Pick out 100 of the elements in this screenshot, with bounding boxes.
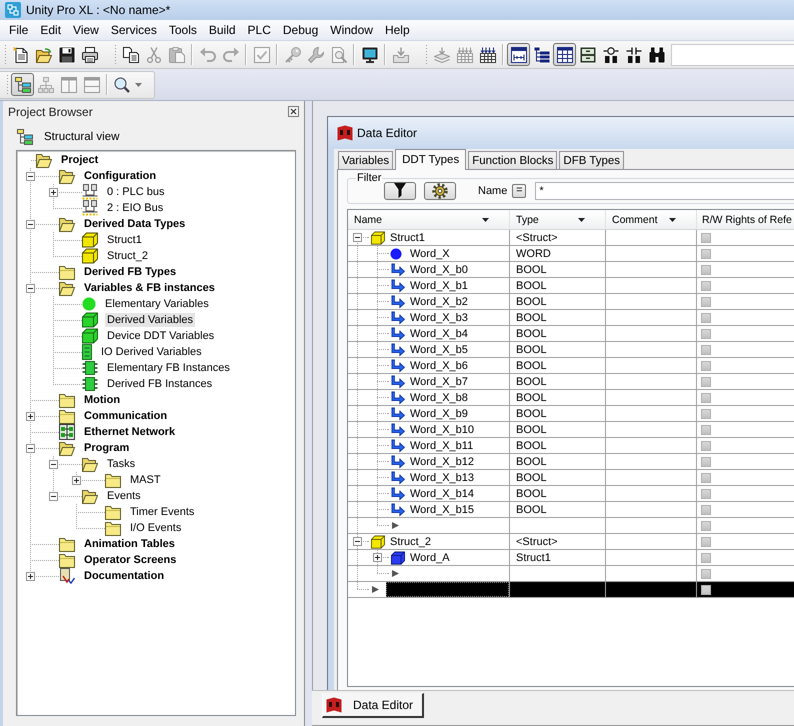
close-icon[interactable]	[288, 106, 299, 117]
column-header[interactable]: Name	[348, 210, 510, 229]
checkbox[interactable]	[701, 296, 711, 306]
table-row[interactable]: Word_X_b2 BOOL	[348, 294, 794, 310]
table-row[interactable]: Word_X_b14 BOOL	[348, 486, 794, 502]
collapse-icon[interactable]	[353, 233, 362, 242]
tree-item[interactable]: Project	[59, 153, 100, 167]
collapse-icon[interactable]	[26, 284, 35, 292]
checkbox[interactable]	[701, 344, 711, 354]
tree-item[interactable]: Derived Data Types	[82, 217, 188, 231]
table-row[interactable]: Word_X_b7 BOOL	[348, 374, 794, 390]
menu-item[interactable]: Services	[104, 22, 163, 38]
tree-item[interactable]: 2 : EIO Bus	[105, 201, 166, 215]
menu-item[interactable]: Window	[324, 22, 379, 38]
tree-item[interactable]: Timer Events	[128, 505, 196, 519]
collapse-icon[interactable]	[49, 492, 58, 500]
checkbox[interactable]	[701, 440, 711, 450]
collapse-icon[interactable]	[26, 220, 35, 228]
table-row[interactable]: Word_X_b4 BOOL	[348, 326, 794, 342]
column-header[interactable]: Comment	[606, 210, 697, 229]
tree-item[interactable]: Program	[82, 441, 132, 455]
column-header[interactable]: Type	[510, 210, 606, 229]
menu-item[interactable]: Edit	[34, 22, 68, 38]
table-row[interactable]: Struct1 <Struct>	[348, 230, 794, 246]
tab[interactable]: Function Blocks	[468, 151, 558, 169]
table-row[interactable]: Word_X_b5 BOOL	[348, 342, 794, 358]
checkbox[interactable]	[701, 472, 711, 482]
table-row[interactable]: Word_X_b0 BOOL	[348, 262, 794, 278]
checkbox[interactable]	[701, 312, 711, 322]
tree-item[interactable]: I/O Events	[128, 521, 184, 535]
tree-item[interactable]: Animation Tables	[82, 537, 177, 551]
expand-icon[interactable]	[26, 572, 35, 580]
checkbox[interactable]	[701, 232, 711, 242]
tree-item[interactable]: Documentation	[82, 569, 166, 583]
checkbox[interactable]	[701, 392, 711, 402]
collapse-icon[interactable]	[26, 172, 35, 180]
expand-icon[interactable]	[373, 553, 382, 562]
tree-item[interactable]: Ethernet Network	[82, 425, 178, 439]
checkbox[interactable]	[701, 456, 711, 466]
tab[interactable]: Data Editor	[322, 693, 424, 718]
expand-icon[interactable]	[26, 412, 35, 420]
tree-item[interactable]: Motion	[82, 393, 122, 407]
tree-item[interactable]: Communication	[82, 409, 170, 423]
tab[interactable]: Variables	[338, 151, 394, 169]
checkbox[interactable]	[701, 504, 711, 514]
menu-item[interactable]: Debug	[276, 22, 324, 38]
caret-icon[interactable]	[578, 218, 585, 222]
operator-button[interactable]: =	[512, 184, 526, 198]
table-row[interactable]: Word_X_b13 BOOL	[348, 470, 794, 486]
collapse-icon[interactable]	[26, 444, 35, 452]
toolbar-button[interactable]	[507, 43, 530, 66]
checkbox[interactable]	[701, 488, 711, 498]
checkbox[interactable]	[701, 536, 711, 546]
caret-icon[interactable]	[482, 218, 489, 222]
toolbar-button[interactable]	[553, 43, 576, 66]
tree-item[interactable]: Variables & FB instances	[82, 281, 217, 295]
collapse-icon[interactable]	[49, 460, 58, 468]
tree-item[interactable]: Events	[105, 489, 143, 503]
table-row[interactable]: Word_X_b10 BOOL	[348, 422, 794, 438]
checkbox[interactable]	[701, 248, 711, 258]
table-row[interactable]: Word_X_b1 BOOL	[348, 278, 794, 294]
checkbox[interactable]	[701, 568, 711, 578]
tree-item[interactable]: Configuration	[82, 169, 158, 183]
menu-item[interactable]: PLC	[242, 22, 277, 38]
text-field[interactable]	[671, 44, 794, 66]
table-row[interactable]: Word_X WORD	[348, 246, 794, 262]
table-row[interactable]: Word_X_b12 BOOL	[348, 454, 794, 470]
tree-item[interactable]: Operator Screens	[82, 553, 178, 567]
tree-item[interactable]: Derived FB Instances	[105, 377, 214, 391]
checkbox[interactable]	[701, 328, 711, 338]
filter-field[interactable]: *	[535, 182, 794, 200]
tree-item[interactable]: Elementary FB Instances	[105, 361, 232, 375]
checkbox[interactable]	[701, 520, 711, 530]
expand-icon[interactable]	[49, 188, 58, 196]
tree-item[interactable]: Derived FB Types	[82, 265, 178, 279]
table-row[interactable]	[348, 582, 794, 598]
table-row[interactable]: Word_X_b8 BOOL	[348, 390, 794, 406]
checkbox[interactable]	[701, 280, 711, 290]
settings-button[interactable]	[424, 182, 456, 200]
table-row[interactable]: Word_X_b9 BOOL	[348, 406, 794, 422]
checkbox[interactable]	[701, 552, 711, 562]
table-row[interactable]: Word_X_b15 BOOL	[348, 502, 794, 518]
tree-item[interactable]: Tasks	[105, 457, 138, 471]
menu-item[interactable]: File	[3, 22, 34, 38]
menu-item[interactable]: Help	[378, 22, 416, 38]
tree-item[interactable]: MAST	[128, 473, 163, 487]
tree-item[interactable]: Struct_2	[105, 249, 150, 263]
checkbox[interactable]	[701, 360, 711, 370]
checkbox[interactable]	[701, 264, 711, 274]
filter-button[interactable]	[384, 182, 416, 200]
checkbox[interactable]	[701, 584, 711, 594]
checkbox[interactable]	[701, 424, 711, 434]
menu-item[interactable]: View	[67, 22, 105, 38]
expand-icon[interactable]	[72, 476, 81, 484]
column-header[interactable]: R/W Rights of Refe	[697, 210, 794, 229]
table-row[interactable]: Word_X_b6 BOOL	[348, 358, 794, 374]
caret-icon[interactable]	[669, 218, 676, 222]
toolbar-button[interactable]	[11, 73, 34, 96]
tree-item[interactable]: Device DDT Variables	[105, 329, 216, 343]
table-row[interactable]: Word_X_b11 BOOL	[348, 438, 794, 454]
